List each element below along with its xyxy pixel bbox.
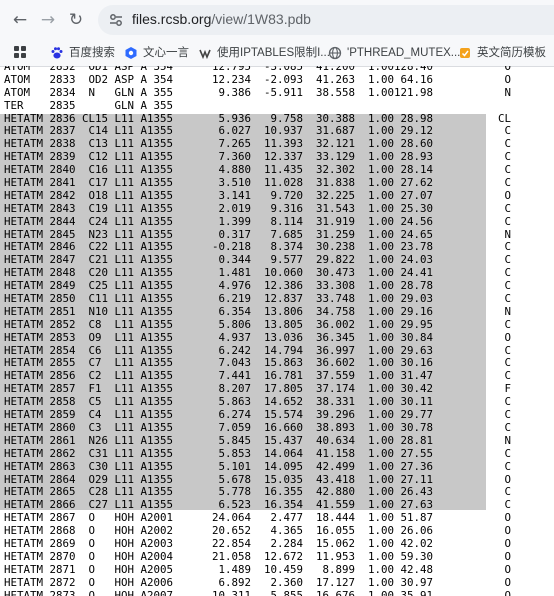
pdb-record-line: ATOM 2834 N GLN A 355 9.386 -5.911 38.55…: [4, 85, 512, 99]
wenxin-icon: [125, 47, 137, 59]
baidu-paw-icon: [51, 47, 63, 59]
pdb-record-line: HETATM 2869 O HOH A2003 22.854 2.284 15.…: [4, 536, 512, 550]
pdb-record-list: ATOM 2832 OD1 ASP A 354 12.795 -3.085 41…: [4, 66, 511, 596]
resume-icon: [460, 48, 470, 58]
site-info-icon[interactable]: [108, 12, 124, 28]
bookmarks-bar: 百度搜索 文心一言 使用IPTABLES限制I... 'PTHREAD_MUTE…: [0, 40, 554, 67]
bookmark-label: 'PTHREAD_MUTEX...: [347, 47, 461, 59]
pdb-record-line: HETATM 2843 C19 L11 A1355 2.019 9.316 31…: [4, 201, 512, 215]
pdb-record-line: HETATM 2863 C30 L11 A1355 5.101 14.095 4…: [4, 459, 512, 473]
pdb-record-line: HETATM 2850 C11 L11 A1355 6.219 12.837 3…: [4, 292, 512, 306]
pdb-record-line: ATOM 2833 OD2 ASP A 354 12.234 -2.093 41…: [4, 72, 512, 86]
back-arrow-icon[interactable]: ←: [8, 8, 32, 32]
pdb-record-line: HETATM 2851 N10 L11 A1355 6.354 13.806 3…: [4, 304, 512, 318]
pdb-record-line: HETATM 2844 C24 L11 A1355 1.399 8.114 31…: [4, 214, 512, 228]
bookmark-label: 使用IPTABLES限制I...: [217, 47, 330, 59]
pdb-record-line: HETATM 2853 O9 L11 A1355 4.937 13.036 36…: [4, 330, 512, 344]
pdb-record-line: HETATM 2852 C8 L11 A1355 5.806 13.805 36…: [4, 317, 512, 331]
browser-toolbar: ← → ↻ files.rcsb.org/view/1W83.pdb: [0, 0, 554, 40]
pdb-record-line: TER 2835 GLN A 355: [4, 98, 174, 112]
reload-icon[interactable]: ↻: [64, 8, 88, 32]
url-path: /view/1W83.pdb: [211, 11, 311, 27]
url-host: files.rcsb.org: [132, 11, 212, 27]
pdb-record-line: HETATM 2862 C31 L11 A1355 5.853 14.064 4…: [4, 446, 512, 460]
apps-grid-icon[interactable]: [14, 46, 27, 59]
bookmark-label: 英文简历模板（速: [477, 47, 554, 59]
pdb-record-line: HETATM 2859 C4 L11 A1355 6.274 15.574 39…: [4, 408, 512, 422]
pdb-record-line: HETATM 2871 O HOH A2005 1.489 10.459 8.8…: [4, 562, 512, 576]
bookmark-label: 百度搜索: [69, 47, 115, 59]
pdb-record-line: HETATM 2842 O18 L11 A1355 3.141 9.720 32…: [4, 188, 512, 202]
pdb-record-line: HETATM 2870 O HOH A2004 21.058 12.672 11…: [4, 549, 512, 563]
pdb-text-view: ATOM 2832 OD1 ASP A 354 12.795 -3.085 41…: [0, 66, 554, 596]
globe-icon: [328, 46, 342, 60]
pdb-record-line: HETATM 2841 C17 L11 A1355 3.510 11.028 3…: [4, 176, 512, 190]
pdb-record-line: HETATM 2872 O HOH A2006 6.892 2.360 17.1…: [4, 575, 512, 589]
bookmark-label: 文心一言: [143, 47, 189, 59]
pdb-record-line: HETATM 2861 N26 L11 A1355 5.845 15.437 4…: [4, 433, 512, 447]
pdb-record-line: HETATM 2860 C3 L11 A1355 7.059 16.660 38…: [4, 420, 512, 434]
link-icon: [199, 49, 211, 60]
forward-arrow-icon[interactable]: →: [36, 8, 60, 32]
url-text[interactable]: files.rcsb.org/view/1W83.pdb: [132, 11, 311, 27]
address-bar[interactable]: files.rcsb.org/view/1W83.pdb: [98, 5, 554, 35]
pdb-record-line: HETATM 2873 O HOH A2007 10.311 5.855 16.…: [4, 588, 512, 596]
